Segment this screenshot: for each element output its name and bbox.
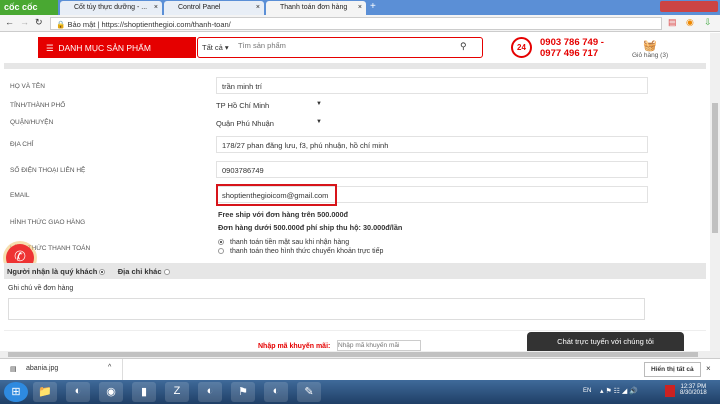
file-icon: ▤ [10,366,17,373]
coccoc-icon[interactable]: ◐ [264,382,288,402]
search-scope-select[interactable]: Tất cả ▾ [202,43,229,52]
window-controls[interactable] [660,1,718,12]
city-select[interactable]: TP Hồ Chí Minh ▼ [216,101,324,110]
promo-label: Nhập mã khuyến mãi: [258,343,331,350]
divider [4,330,706,331]
forward-icon[interactable]: → [20,17,29,27]
paint-icon[interactable]: ✎ [297,382,321,402]
vertical-scrollbar[interactable] [710,33,720,351]
download-icon[interactable]: ⇩ [704,17,712,28]
search-box: Tất cả ▾ ⚲ [197,37,483,58]
clock[interactable]: 12:37 PM 8/30/2018 [680,384,707,396]
horizontal-scrollbar[interactable] [0,351,720,358]
cart-button[interactable]: 🧺 Giỏ hàng (3) [632,39,668,59]
close-icon[interactable]: × [154,4,158,11]
name-label: HỌ VÀ TÊN [10,83,45,90]
radio-icon[interactable] [218,248,224,255]
phone-input[interactable]: 0903786749 [216,161,648,178]
chrome-icon[interactable]: ◉ [99,382,123,402]
promo-input[interactable] [337,340,421,351]
language-indicator[interactable]: EN [583,388,591,394]
live-chat-button[interactable]: Chát trực tuyến với chúng tôi [527,332,684,351]
recipient-other-option[interactable]: Địa chỉ khác [118,267,176,276]
notes-icon[interactable]: ▮ [132,382,156,402]
note-textarea[interactable] [8,298,645,320]
chevron-up-icon[interactable]: ^ [108,364,111,371]
hotline: 0903 786 749 -0977 496 717 [540,37,604,59]
browser-logo: cốc cốc [0,0,58,15]
shipping-info: Free ship với đơn hàng trên 500.000đ [218,210,349,219]
menu-icon: ☰ [46,43,54,53]
name-input[interactable]: trần minh trí [216,77,648,94]
antivirus-icon[interactable] [665,385,675,397]
show-all-button[interactable]: Hiển thị tất cả [644,362,701,377]
coccoc-icon[interactable]: ◐ [66,382,90,402]
extension-icon[interactable]: ◉ [686,17,694,28]
tray-icons[interactable]: ▴ ⚑ ☷ ◢ 🔊 [600,387,638,395]
close-icon[interactable]: × [256,4,260,11]
start-button[interactable]: ⊞ [4,382,28,402]
bookmarks-icon[interactable]: ▤ [668,17,677,28]
category-menu-button[interactable]: ☰ DANH MỤC SẢN PHẨM [38,37,196,58]
divider [4,63,706,69]
tab-2[interactable]: Control Panel × [164,1,264,15]
recipient-self-option[interactable]: Người nhận là quý khách [7,267,111,276]
url-input[interactable]: 🔒 Bảo mật | https://shoptienthegioi.com/… [50,17,662,30]
radio-icon[interactable] [218,239,224,246]
address-input[interactable]: 178/27 phan đăng lưu, f3, phú nhuận, hồ … [216,136,648,153]
phone-label: SỐ ĐIỆN THOẠI LIÊN HỆ [10,167,86,174]
divider [122,359,123,381]
email-label: EMAIL [10,192,30,199]
district-select[interactable]: Quận Phú Nhuận ▼ [216,119,324,128]
dropdown-icon: ▼ [316,119,322,125]
search-input[interactable] [238,41,438,50]
back-icon[interactable]: ← [5,17,14,27]
recipient-bar: Người nhận là quý khách Địa chỉ khác [4,263,706,279]
new-tab-button[interactable]: + [370,1,376,12]
site-header: ☰ DANH MỤC SẢN PHẨM Tất cả ▾ ⚲ 24 0903 7… [0,33,710,63]
flag-app-icon[interactable]: ⚑ [231,382,255,402]
payment-option-cash[interactable]: thanh toán tiền mặt sau khi nhận hàng [218,239,349,246]
radio-icon[interactable] [163,269,170,276]
dropdown-icon: ▼ [316,101,322,107]
download-item[interactable]: abania.jpg [26,365,58,372]
email-highlight-box [216,184,337,206]
explorer-icon[interactable]: 📁 [33,382,57,402]
taskbar: ⊞ 📁 ◐ ◉ ▮ Z ◐ ⚑ ◐ ✎ EN ▴ ⚑ ☷ ◢ 🔊 12:37 P… [0,380,720,404]
cart-icon: 🧺 [643,40,657,52]
district-label: QUẬN/HUYỆN [10,119,54,126]
download-bar: ▤ abania.jpg ^ Hiển thị tất cả × [0,358,720,381]
coccoc-icon[interactable]: ◐ [198,382,222,402]
search-icon[interactable]: ⚲ [460,41,467,52]
payment-option-transfer[interactable]: thanh toán theo hình thức chuyển khoản t… [218,248,383,255]
address-bar: ← → ↻ 🔒 Bảo mật | https://shoptienthegio… [0,15,720,32]
shipping-info: Đơn hàng dưới 500.000đ phí ship thu hộ: … [218,223,403,232]
city-label: TỈNH/THÀNH PHỐ [10,102,66,109]
shipping-label: HÌNH THỨC GIAO HÀNG [10,219,86,226]
close-icon[interactable]: × [358,4,362,11]
zalo-icon[interactable]: Z [165,382,189,402]
lock-icon: 🔒 [56,20,66,29]
radio-icon[interactable] [99,269,106,276]
reload-icon[interactable]: ↻ [35,17,43,28]
note-label: Ghi chú về đơn hàng [8,285,74,292]
tab-1[interactable]: Cốt tủy thực dưỡng - ... × [60,1,162,15]
address-label: ĐỊA CHỈ [10,141,34,148]
tab-3[interactable]: Thanh toán đơn hàng × [266,1,366,15]
hotline-icon: 24 [511,37,532,58]
browser-tab-bar: cốc cốc Cốt tủy thực dưỡng - ... × Contro… [0,0,720,15]
close-icon[interactable]: × [706,364,711,373]
